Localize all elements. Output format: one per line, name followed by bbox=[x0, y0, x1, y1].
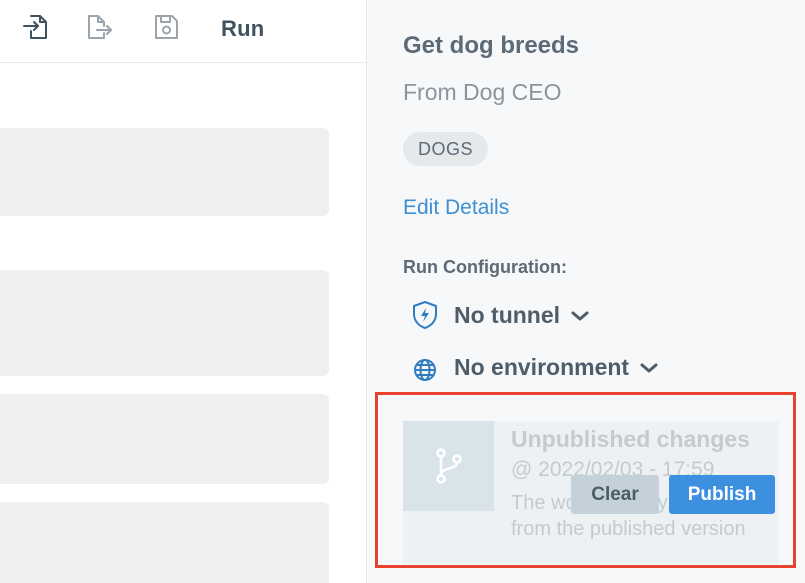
highlight-box bbox=[375, 392, 796, 568]
editor-block bbox=[0, 270, 329, 376]
run-configuration-label: Run Configuration: bbox=[403, 257, 567, 277]
toolbar: Run bbox=[0, 0, 366, 63]
run-button[interactable]: Run bbox=[221, 16, 264, 42]
source-subtitle: From Dog CEO bbox=[403, 79, 562, 105]
file-import-icon[interactable] bbox=[20, 12, 50, 42]
globe-icon bbox=[414, 359, 436, 381]
app-window: Run Get dog breeds From Dog CEO DOGS Edi… bbox=[0, 0, 805, 583]
tunnel-dropdown[interactable]: No tunnel bbox=[411, 300, 592, 330]
file-export-icon[interactable] bbox=[84, 12, 114, 42]
editor-pane: Run bbox=[0, 0, 366, 583]
environment-label: No environment bbox=[454, 353, 630, 380]
environment-dropdown[interactable]: No environment bbox=[411, 352, 661, 382]
tunnel-label: No tunnel bbox=[454, 301, 561, 328]
editor-block bbox=[0, 502, 329, 583]
tag-badge[interactable]: DOGS bbox=[403, 132, 489, 166]
chevron-down-icon bbox=[640, 363, 658, 373]
editor-block bbox=[0, 128, 329, 216]
page-title: Get dog breeds bbox=[403, 32, 580, 59]
edit-details-link[interactable]: Edit Details bbox=[403, 196, 509, 220]
save-icon[interactable] bbox=[151, 12, 181, 42]
shield-bolt-icon bbox=[413, 301, 437, 329]
editor-block bbox=[0, 394, 329, 484]
chevron-down-icon bbox=[571, 311, 589, 321]
